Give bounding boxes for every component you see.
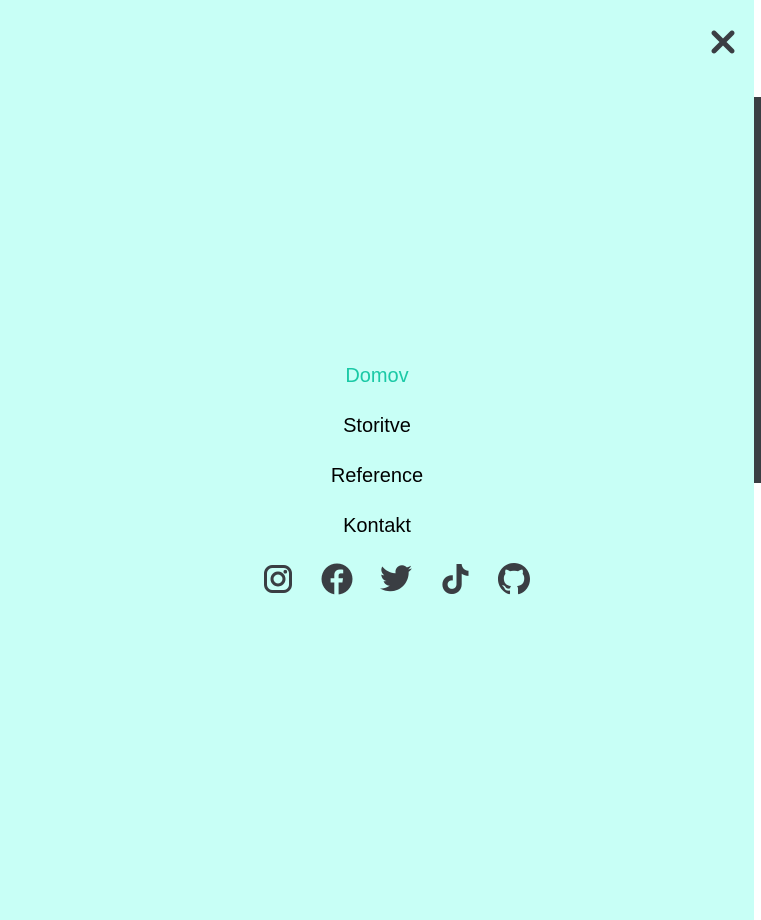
twitter-link[interactable] xyxy=(380,562,412,596)
facebook-link[interactable] xyxy=(321,562,353,596)
mobile-menu-overlay: Domov Storitve Reference Kontakt xyxy=(0,0,761,920)
close-menu-button[interactable] xyxy=(705,24,741,60)
github-link[interactable] xyxy=(498,562,530,596)
nav-item-storitve[interactable]: Storitve xyxy=(343,401,411,451)
close-icon xyxy=(711,30,735,54)
scrollbar-thumb[interactable] xyxy=(754,97,761,483)
nav-item-domov[interactable]: Domov xyxy=(345,351,408,401)
github-icon xyxy=(498,563,530,595)
instagram-icon xyxy=(264,565,292,593)
social-links xyxy=(0,562,761,596)
instagram-link[interactable] xyxy=(262,562,294,596)
nav-item-kontakt[interactable]: Kontakt xyxy=(343,501,411,551)
main-navigation: Domov Storitve Reference Kontakt xyxy=(0,351,754,551)
tiktok-link[interactable] xyxy=(439,562,471,596)
tiktok-icon xyxy=(442,564,469,594)
nav-item-reference[interactable]: Reference xyxy=(331,451,423,501)
scrollbar[interactable] xyxy=(754,0,761,920)
twitter-icon xyxy=(380,565,412,592)
facebook-icon xyxy=(321,563,353,595)
